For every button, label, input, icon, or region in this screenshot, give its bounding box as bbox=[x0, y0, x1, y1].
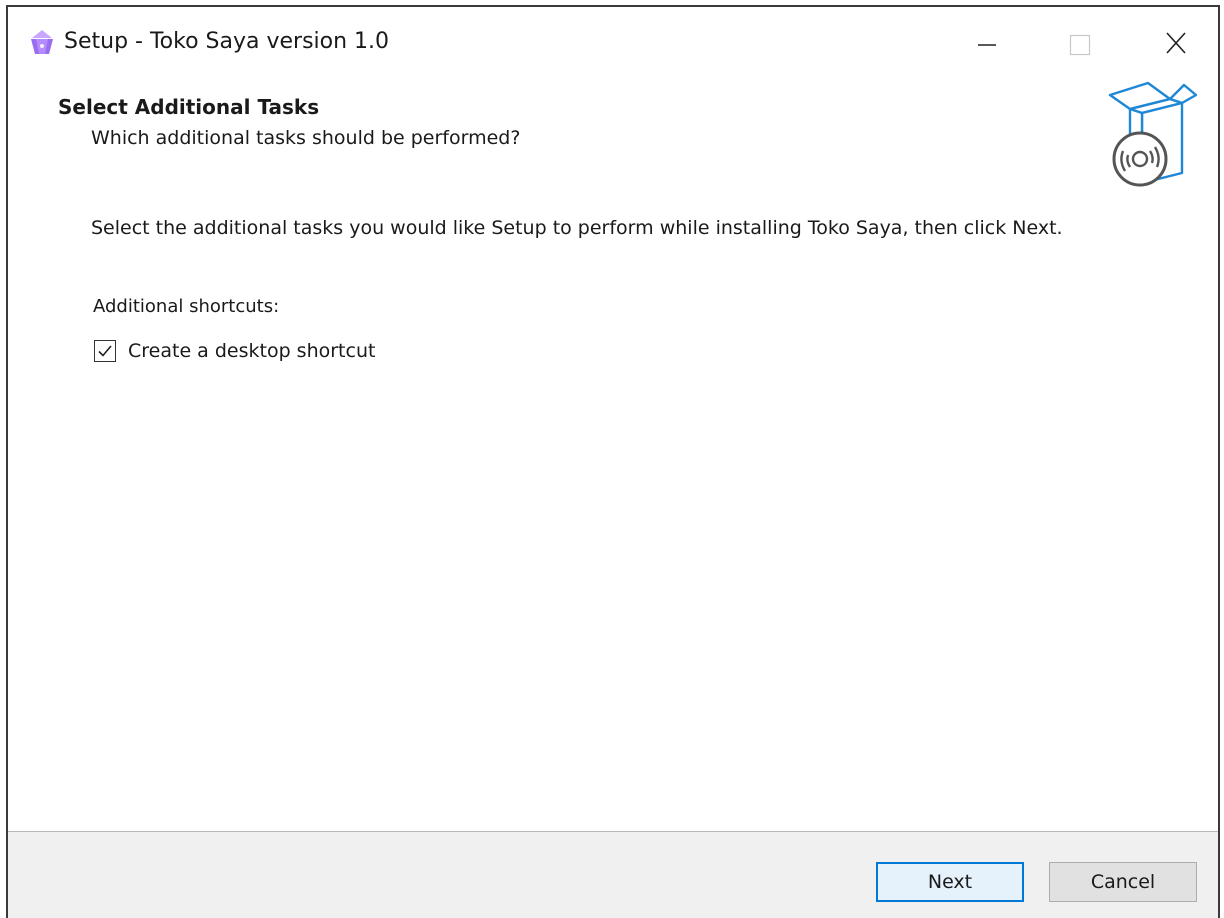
setup-window: Setup - Toko Saya version 1.0 Select Add… bbox=[6, 5, 1220, 918]
minimize-icon bbox=[978, 44, 996, 46]
page-subtitle: Which additional tasks should be perform… bbox=[91, 127, 521, 149]
title-bar[interactable]: Setup - Toko Saya version 1.0 bbox=[8, 7, 1218, 79]
close-icon bbox=[1166, 32, 1186, 54]
software-box-icon bbox=[1108, 81, 1198, 187]
desktop-shortcut-label: Create a desktop shortcut bbox=[128, 340, 376, 362]
window-title: Setup - Toko Saya version 1.0 bbox=[64, 29, 390, 54]
close-button[interactable] bbox=[1152, 21, 1200, 65]
next-button[interactable]: Next bbox=[876, 862, 1024, 902]
maximize-button[interactable] bbox=[1054, 21, 1102, 65]
desktop-shortcut-option[interactable]: Create a desktop shortcut bbox=[94, 337, 375, 365]
instruction-text: Select the additional tasks you would li… bbox=[91, 217, 1063, 239]
button-bar: Next Cancel bbox=[8, 831, 1218, 918]
app-icon bbox=[31, 30, 53, 54]
cancel-button[interactable]: Cancel bbox=[1049, 862, 1197, 902]
minimize-button[interactable] bbox=[962, 21, 1010, 65]
checkmark-icon bbox=[98, 345, 112, 357]
page-title: Select Additional Tasks bbox=[58, 95, 320, 119]
maximize-icon bbox=[1069, 34, 1091, 56]
shortcuts-group-label: Additional shortcuts: bbox=[93, 296, 280, 317]
desktop-shortcut-checkbox[interactable] bbox=[94, 340, 116, 362]
